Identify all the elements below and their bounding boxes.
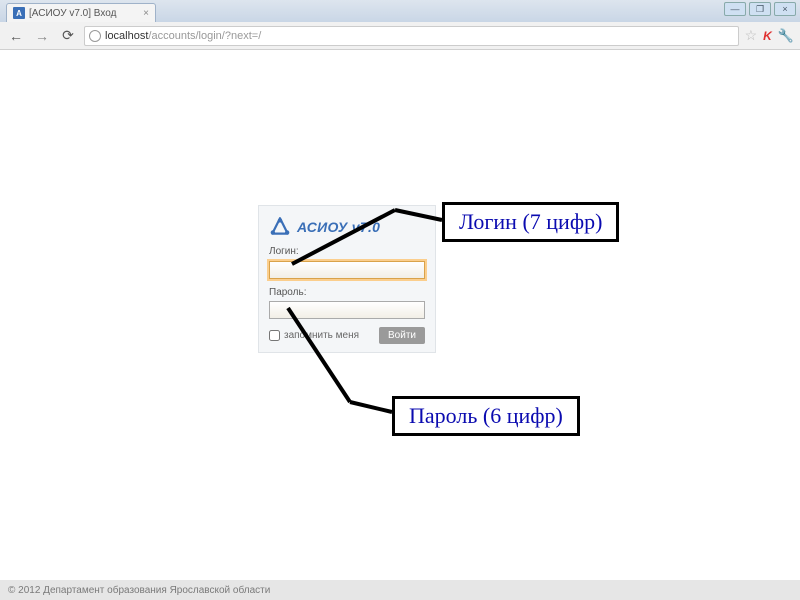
close-tab-icon[interactable]: × — [143, 8, 149, 19]
browser-tab[interactable]: А [АСИОУ v7.0] Вход × — [6, 3, 156, 22]
annotation-password: Пароль (6 цифр) — [392, 396, 580, 436]
annotation-login: Логин (7 цифр) — [442, 202, 619, 242]
minimize-button[interactable]: — — [724, 2, 746, 16]
forward-button[interactable]: → — [32, 26, 52, 46]
favicon-icon: А — [13, 7, 25, 19]
kaspersky-icon[interactable]: K — [763, 29, 772, 43]
toolbar: ← → ⟳ localhost/accounts/login/?next=/ ☆… — [0, 22, 800, 50]
bookmark-icon[interactable]: ☆ — [745, 27, 758, 44]
remember-label: запомнить меня — [284, 330, 359, 341]
url-host: localhost — [105, 30, 148, 42]
settings-wrench-icon[interactable]: 🔧 — [778, 28, 794, 44]
reload-button[interactable]: ⟳ — [58, 26, 78, 46]
app-title: АСИОУ v7.0 — [297, 219, 380, 235]
url-path: /accounts/login/?next=/ — [148, 30, 261, 42]
login-label: Логин: — [269, 246, 425, 257]
globe-icon — [89, 30, 101, 42]
address-bar[interactable]: localhost/accounts/login/?next=/ — [84, 26, 739, 46]
remember-me[interactable]: запомнить меня — [269, 330, 359, 341]
tab-title: [АСИОУ v7.0] Вход — [29, 8, 116, 19]
login-panel: АСИОУ v7.0 Логин: Пароль: запомнить меня… — [258, 205, 436, 353]
footer-text: © 2012 Департамент образования Ярославск… — [8, 585, 270, 596]
submit-button[interactable]: Войти — [379, 327, 425, 344]
footer: © 2012 Департамент образования Ярославск… — [0, 580, 800, 600]
password-input[interactable] — [269, 301, 425, 319]
close-window-button[interactable]: × — [774, 2, 796, 16]
app-logo-icon — [269, 216, 291, 238]
login-input[interactable] — [269, 261, 425, 279]
maximize-button[interactable]: ❐ — [749, 2, 771, 16]
remember-checkbox[interactable] — [269, 330, 280, 341]
back-button[interactable]: ← — [6, 26, 26, 46]
page-content: АСИОУ v7.0 Логин: Пароль: запомнить меня… — [0, 50, 800, 580]
password-label: Пароль: — [269, 287, 425, 298]
tab-strip: А [АСИОУ v7.0] Вход × — ❐ × — [0, 0, 800, 22]
